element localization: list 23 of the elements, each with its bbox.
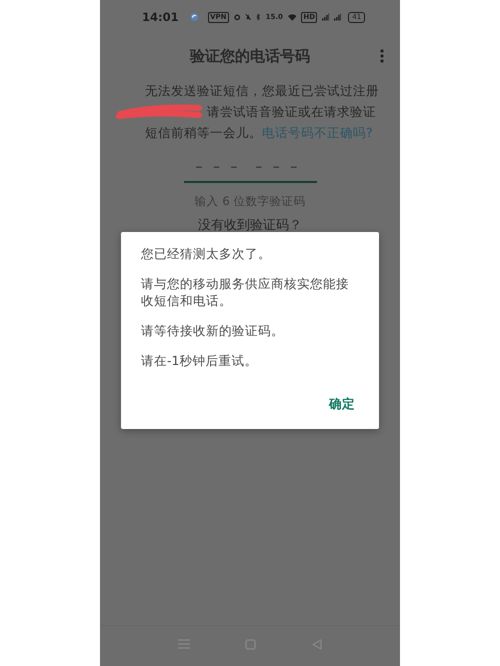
intro-message: 无法发送验证短信，您最近已尝试过注册 (145, 82, 380, 100)
dialog-message: 请在-1秒钟后重试。 (141, 352, 258, 369)
code-input-field[interactable]: – – – – – – (184, 155, 316, 183)
dialog-message: 请等待接收新的验证码。 (141, 322, 285, 339)
resend-prompt: 没有收到验证码？ (197, 217, 303, 234)
menu-icon[interactable] (178, 639, 190, 649)
dialog-message: 请与您的移动服务供应商核实您能接收短信和电话。 (141, 275, 350, 309)
ok-button[interactable]: 确定 (325, 392, 359, 417)
home-square-icon[interactable] (245, 638, 256, 650)
back-triangle-icon[interactable] (312, 638, 322, 650)
mute-icon (244, 12, 252, 22)
intro-message: 请尝试语音验证或在请求验证 (207, 103, 376, 121)
more-options-icon[interactable] (380, 49, 384, 63)
wifi-icon (288, 12, 296, 22)
status-time: 14:01 (142, 10, 179, 24)
signal-icon (334, 12, 342, 22)
app-notification-icon (190, 11, 198, 23)
screen-title: 验证您的电话号码 (190, 46, 310, 66)
bluetooth-icon (256, 12, 261, 22)
intro-message: 短信前稍等一会儿。 (145, 124, 262, 142)
signal-icon (322, 12, 330, 22)
alarm-icon (234, 12, 240, 22)
dialog-message: 您已经猜测太多次了。 (141, 245, 272, 262)
